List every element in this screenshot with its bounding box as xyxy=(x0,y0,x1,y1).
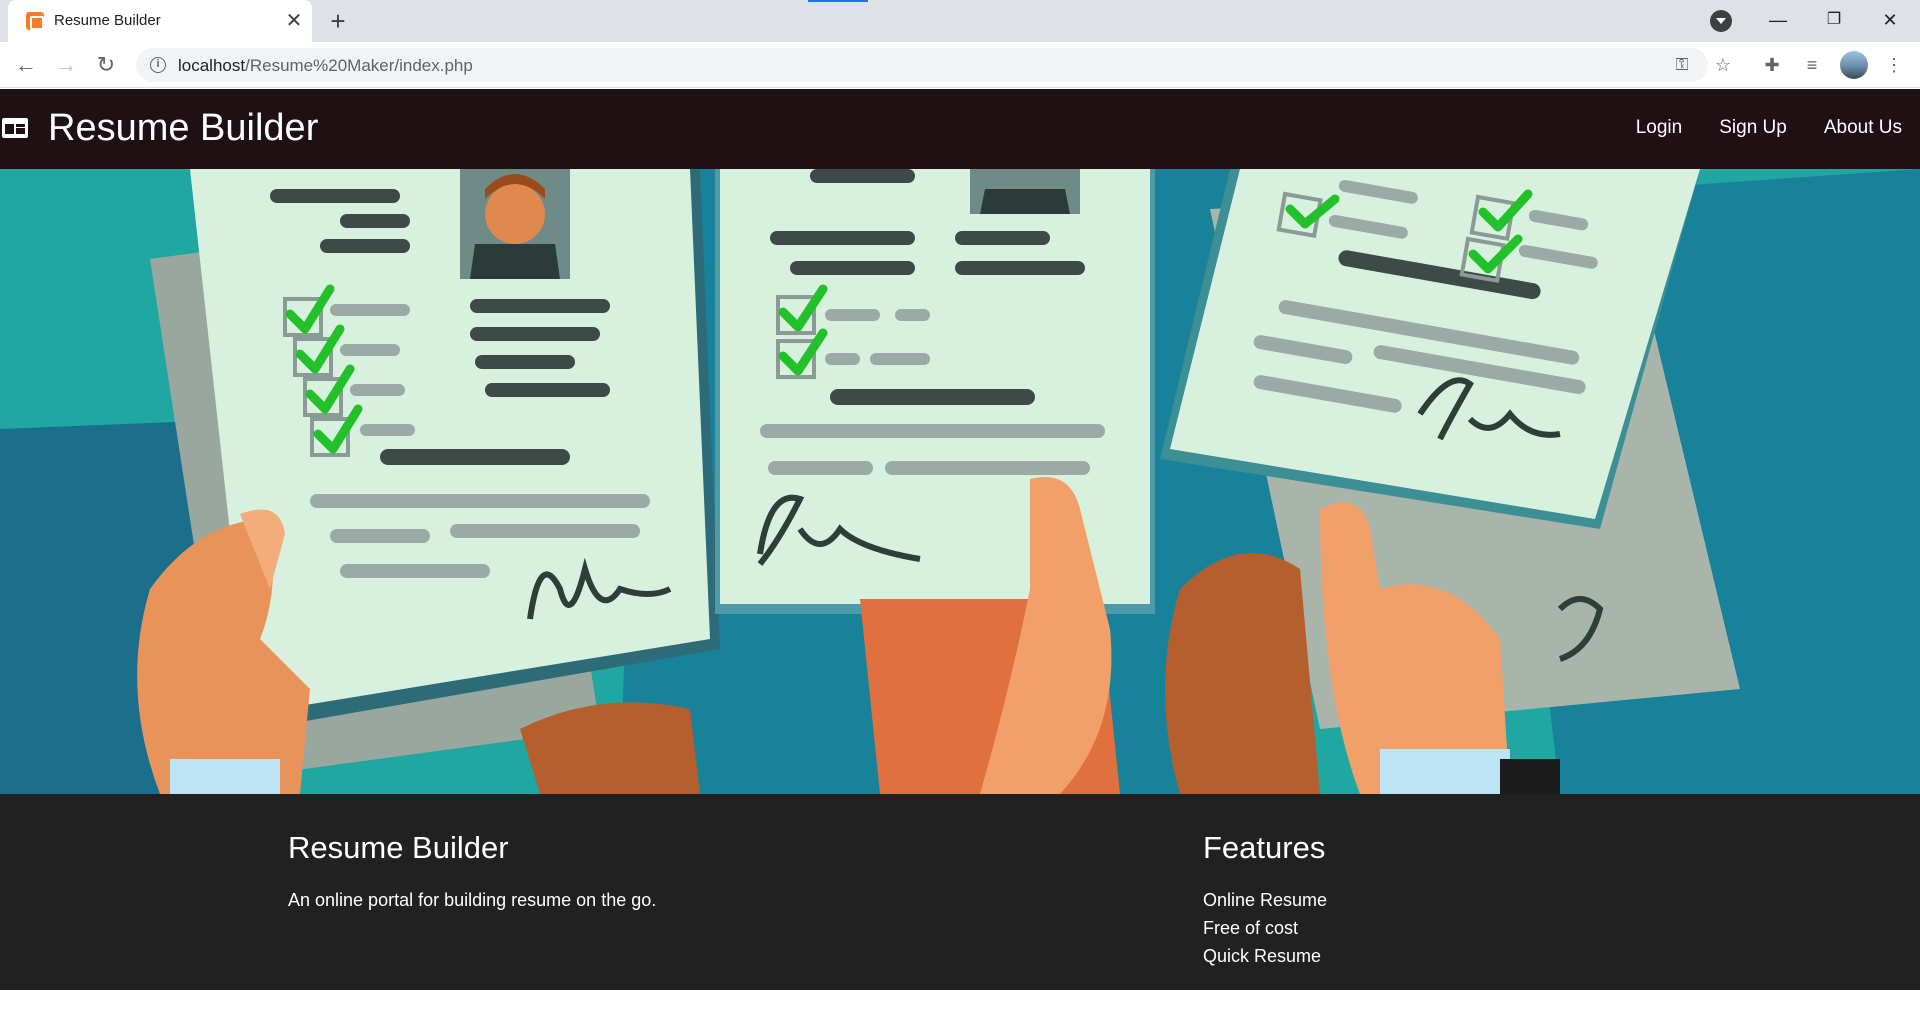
forward-icon[interactable]: → xyxy=(52,51,80,79)
footer-about: Resume Builder An online portal for buil… xyxy=(288,830,656,914)
more-icon[interactable]: ⋮ xyxy=(1880,51,1908,79)
tab-search-icon[interactable] xyxy=(1710,10,1732,32)
extensions-icon[interactable]: ✚ xyxy=(1758,51,1786,79)
feature-item: Online Resume xyxy=(1203,890,1328,910)
new-tab-button[interactable]: + xyxy=(324,8,352,36)
url-host: localhost xyxy=(178,56,246,75)
reload-icon[interactable]: ↻ xyxy=(92,51,120,79)
feature-item: Free of cost xyxy=(1203,918,1299,938)
site-navbar: Resume Builder Login Sign Up About Us xyxy=(0,89,1920,169)
footer-about-text: An online portal for building resume on … xyxy=(288,890,657,910)
url-path: /Resume%20Maker/index.php xyxy=(245,56,473,75)
tab-indicator xyxy=(808,0,868,2)
brand-title[interactable]: Resume Builder xyxy=(48,107,318,150)
hero-illustration xyxy=(0,169,1920,794)
nav-signup-link[interactable]: Sign Up xyxy=(1719,117,1787,139)
tab-title: Resume Builder xyxy=(54,12,161,29)
footer-about-title: Resume Builder xyxy=(288,830,509,865)
url-text[interactable]: localhost/Resume%20Maker/index.php xyxy=(178,56,473,76)
features-list: Online Resume Free of cost Quick Resume xyxy=(1203,886,1327,970)
browser-tab[interactable]: Resume Builder ✕ xyxy=(8,0,312,42)
avatar[interactable] xyxy=(1840,51,1868,79)
minimize-icon[interactable]: — xyxy=(1762,6,1794,34)
maximize-icon[interactable]: ❐ xyxy=(1818,6,1850,34)
browser-toolbar: ← → ↻ i localhost/Resume%20Maker/index.p… xyxy=(0,42,1920,88)
browser-tabstrip: Resume Builder ✕ + — ❐ ✕ xyxy=(0,0,1920,42)
footer-features: Features Online Resume Free of cost Quic… xyxy=(1203,830,1327,970)
back-icon[interactable]: ← xyxy=(12,51,40,79)
hero-banner xyxy=(0,169,1920,794)
nav-about-link[interactable]: About Us xyxy=(1824,117,1902,139)
window-close-icon[interactable]: ✕ xyxy=(1874,6,1906,34)
nav-links: Login Sign Up About Us xyxy=(1636,117,1902,139)
key-icon[interactable]: ⚿ xyxy=(1670,53,1694,77)
media-icon[interactable]: ≡ xyxy=(1798,51,1826,79)
tab-close-icon[interactable]: ✕ xyxy=(282,9,306,33)
address-bar[interactable]: i localhost/Resume%20Maker/index.php ⚿ xyxy=(136,48,1708,82)
site-footer: Resume Builder An online portal for buil… xyxy=(0,794,1920,990)
resume-card-icon xyxy=(2,118,28,138)
footer-features-title: Features xyxy=(1203,830,1326,865)
info-icon[interactable]: i xyxy=(150,57,166,73)
feature-item: Quick Resume xyxy=(1203,946,1322,966)
favicon-icon xyxy=(26,12,44,30)
star-icon[interactable]: ☆ xyxy=(1709,51,1737,79)
nav-login-link[interactable]: Login xyxy=(1636,117,1683,139)
